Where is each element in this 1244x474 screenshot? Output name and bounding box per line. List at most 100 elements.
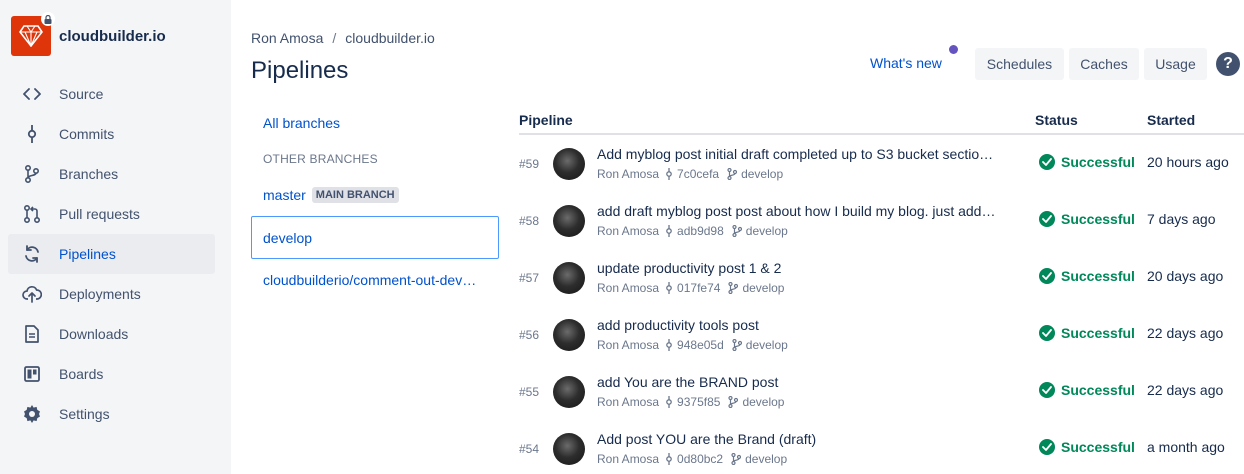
status-badge: Successful [1039, 325, 1135, 341]
commit-hash[interactable]: 0d80bc2 [677, 452, 723, 466]
commit-icon [665, 225, 673, 237]
pipeline-number[interactable]: #57 [519, 271, 539, 285]
gear-icon [22, 404, 42, 424]
breadcrumb-repo[interactable]: cloudbuilder.io [345, 30, 435, 46]
check-circle-icon [1039, 382, 1055, 398]
column-header-status: Status [1035, 112, 1078, 128]
check-circle-icon [1039, 154, 1055, 170]
commit-icon [22, 124, 42, 144]
commit-hash[interactable]: 948e05d [677, 338, 724, 352]
avatar [553, 262, 585, 294]
commit-message[interactable]: update productivity post 1 & 2 [597, 260, 1017, 276]
table-row[interactable]: #58 add draft myblog post post about how… [519, 192, 1244, 249]
branch-item-comment-out-dev[interactable]: cloudbuilderio/comment-out-dev… [251, 261, 499, 299]
document-icon [22, 324, 42, 344]
pipeline-number[interactable]: #54 [519, 442, 539, 456]
commit-hash[interactable]: 7c0cefa [677, 167, 719, 181]
repo-name: cloudbuilder.io [59, 27, 166, 45]
column-header-started[interactable]: Started [1147, 112, 1195, 128]
usage-button[interactable]: Usage [1144, 48, 1207, 80]
branch-name[interactable]: develop [745, 452, 787, 466]
breadcrumb-owner[interactable]: Ron Amosa [251, 30, 323, 46]
branch-name[interactable]: develop [742, 395, 784, 409]
commit-message[interactable]: Add post YOU are the Brand (draft) [597, 431, 1017, 447]
sidebar-item-label: Commits [59, 126, 115, 142]
pipelines-icon [22, 244, 42, 264]
table-row[interactable]: #57 update productivity post 1 & 2 Ron A… [519, 249, 1244, 306]
status-text: Successful [1061, 439, 1135, 455]
branch-item-develop[interactable]: develop [251, 216, 499, 259]
pipeline-meta: Ron Amosa 0d80bc2 develop [597, 452, 787, 466]
caches-button[interactable]: Caches [1069, 48, 1139, 80]
notification-dot [949, 45, 958, 54]
pipeline-number[interactable]: #56 [519, 328, 539, 342]
breadcrumb: Ron Amosa / cloudbuilder.io [251, 30, 435, 46]
code-icon [22, 84, 42, 104]
table-row[interactable]: #56 add productivity tools post Ron Amos… [519, 306, 1244, 363]
branch-name[interactable]: develop [746, 224, 788, 238]
branch-name[interactable]: develop [746, 338, 788, 352]
commit-icon [665, 453, 673, 465]
whats-new-link[interactable]: What's new [870, 55, 942, 71]
commit-message[interactable]: Add myblog post initial draft completed … [597, 146, 1017, 162]
check-circle-icon [1039, 439, 1055, 455]
author-name: Ron Amosa [597, 167, 660, 181]
sidebar-item-label: Branches [59, 166, 119, 182]
branch-icon [732, 225, 742, 237]
sidebar-item-settings[interactable]: Settings [8, 394, 215, 434]
sidebar-item-pull-requests[interactable]: Pull requests [8, 194, 215, 234]
sidebar-item-branches[interactable]: Branches [8, 154, 215, 194]
started-time: 20 hours ago [1147, 154, 1229, 170]
commit-message[interactable]: add draft myblog post post about how I b… [597, 203, 1017, 219]
main-branch-badge: MAIN BRANCH [311, 187, 399, 203]
pipeline-number[interactable]: #59 [519, 157, 539, 171]
pipeline-number[interactable]: #58 [519, 214, 539, 228]
schedules-button[interactable]: Schedules [975, 48, 1064, 80]
help-icon[interactable]: ? [1216, 52, 1240, 76]
commit-message[interactable]: add productivity tools post [597, 317, 1017, 333]
branch-item-master[interactable]: master MAIN BRANCH [251, 176, 499, 214]
branch-name: develop [263, 229, 313, 246]
branch-name: cloudbuilderio/comment-out-dev… [263, 272, 477, 288]
sidebar-item-downloads[interactable]: Downloads [8, 314, 215, 354]
branch-all[interactable]: All branches [251, 104, 499, 142]
repo-header[interactable]: cloudbuilder.io [11, 12, 166, 56]
commit-icon [665, 339, 673, 351]
table-row[interactable]: #55 add You are the BRAND post Ron Amosa… [519, 363, 1244, 420]
sidebar-item-label: Source [59, 86, 104, 102]
sidebar-item-source[interactable]: Source [8, 74, 215, 114]
commit-hash[interactable]: adb9d98 [677, 224, 724, 238]
status-text: Successful [1061, 382, 1135, 398]
commit-icon [665, 396, 673, 408]
commit-icon [665, 282, 673, 294]
pipeline-meta: Ron Amosa 948e05d develop [597, 338, 788, 352]
started-time: a month ago [1147, 439, 1225, 455]
sidebar-item-label: Settings [59, 406, 110, 422]
table-row[interactable]: #59 Add myblog post initial draft comple… [519, 135, 1244, 192]
avatar [553, 433, 585, 465]
commit-hash[interactable]: 017fe74 [677, 281, 720, 295]
pull-request-icon [22, 204, 42, 224]
status-text: Successful [1061, 325, 1135, 341]
started-time: 7 days ago [1147, 211, 1216, 227]
branch-icon [728, 282, 739, 294]
pipeline-number[interactable]: #55 [519, 385, 539, 399]
started-time: 22 days ago [1147, 382, 1224, 398]
sidebar-item-commits[interactable]: Commits [8, 114, 215, 154]
branch-name[interactable]: develop [742, 281, 784, 295]
table-row[interactable]: #54 Add post YOU are the Brand (draft) R… [519, 420, 1244, 474]
commit-message[interactable]: add You are the BRAND post [597, 374, 1017, 390]
repo-logo-icon [11, 12, 55, 56]
sidebar-item-label: Downloads [59, 326, 129, 342]
check-circle-icon [1039, 268, 1055, 284]
sidebar-item-boards[interactable]: Boards [8, 354, 215, 394]
sidebar-item-deployments[interactable]: Deployments [8, 274, 215, 314]
branch-name[interactable]: develop [741, 167, 783, 181]
check-circle-icon [1039, 211, 1055, 227]
status-badge: Successful [1039, 439, 1135, 455]
sidebar: cloudbuilder.io Source Commits Branches … [0, 0, 231, 474]
author-name: Ron Amosa [597, 281, 660, 295]
sidebar-item-pipelines[interactable]: Pipelines [8, 234, 215, 274]
commit-hash[interactable]: 9375f85 [677, 395, 720, 409]
pipeline-meta: Ron Amosa adb9d98 develop [597, 224, 788, 238]
